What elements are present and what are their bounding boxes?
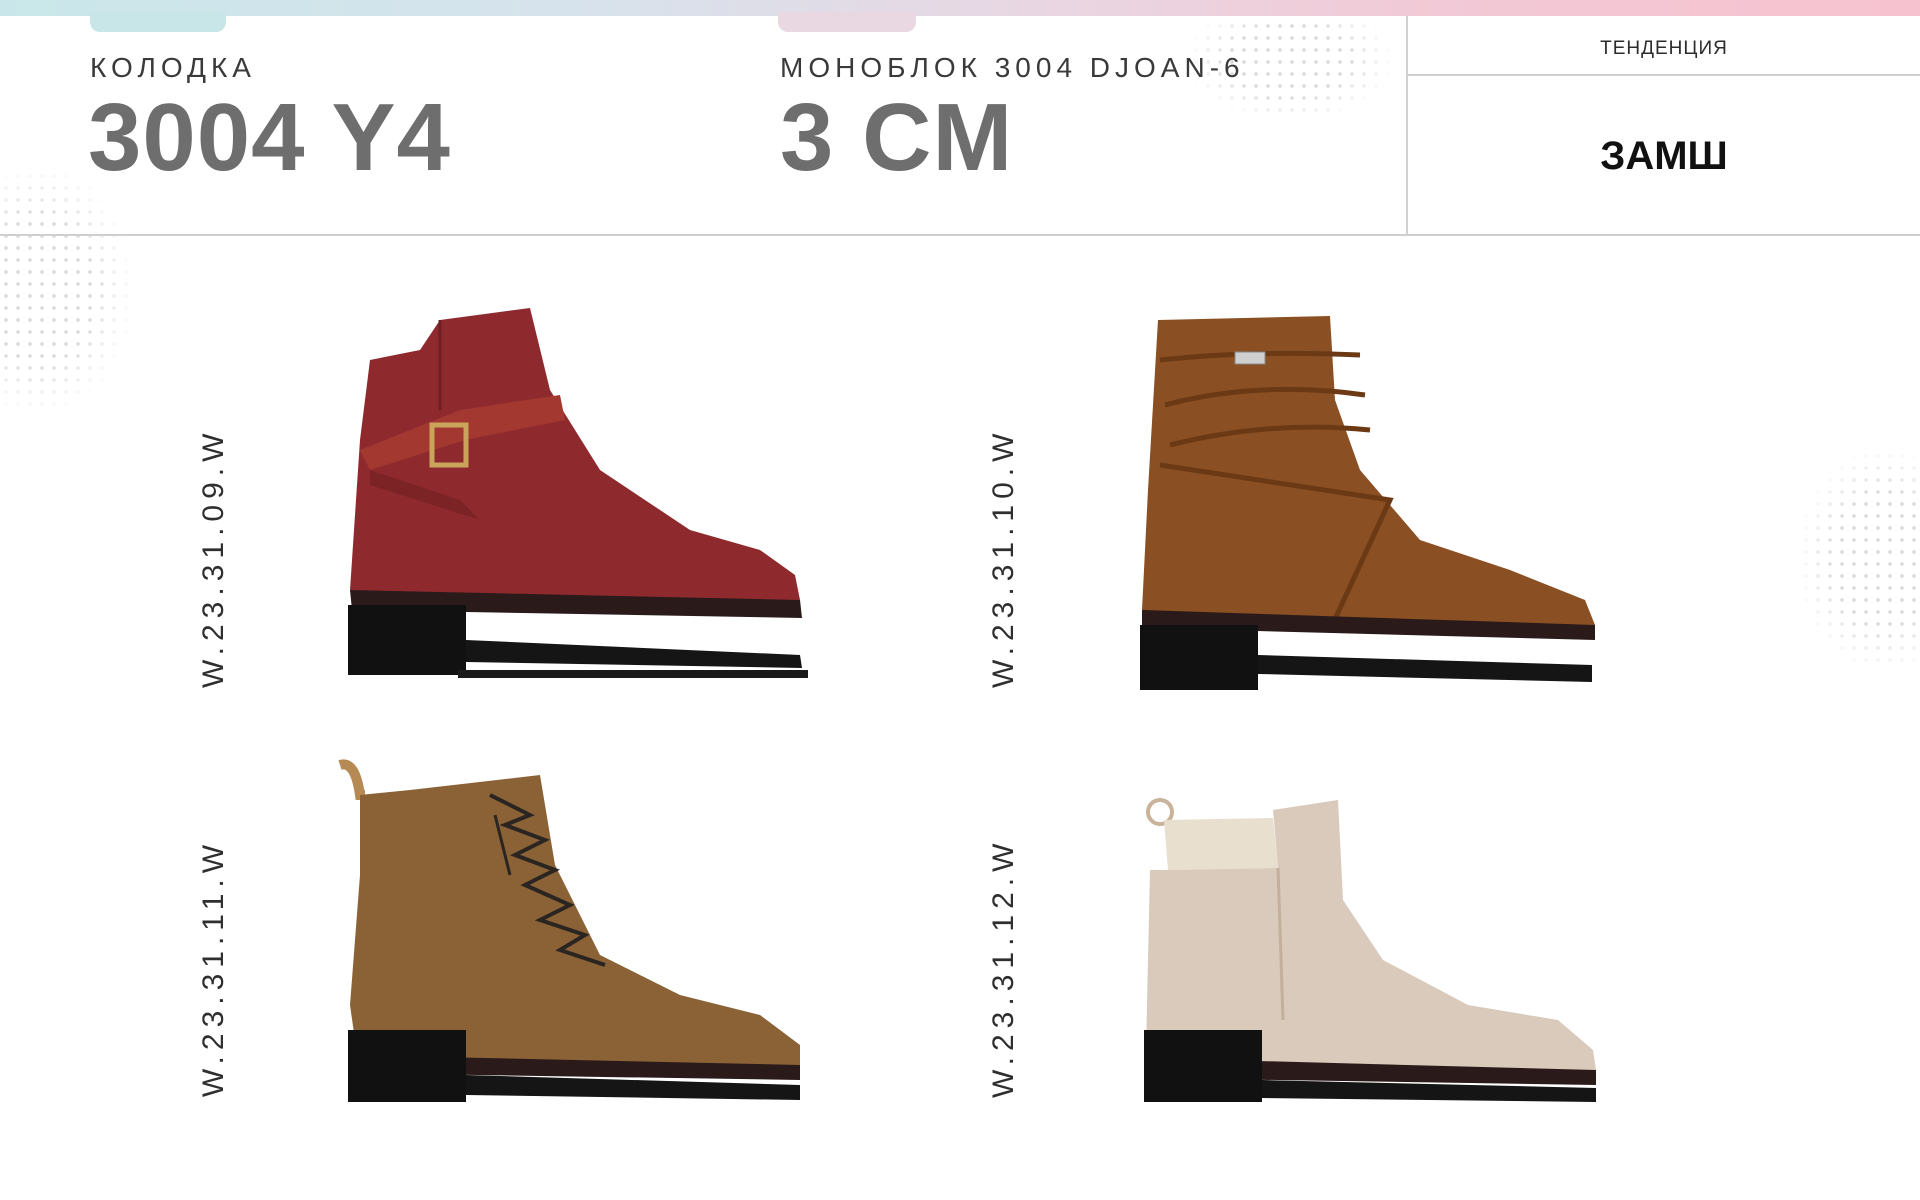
- trend-label: ТЕНДЕНЦИЯ: [1600, 38, 1728, 59]
- trend-value: ЗАМШ: [1600, 134, 1728, 178]
- trend-divider: [1408, 74, 1920, 76]
- sku-label: W.23.31.10.W: [987, 427, 1020, 688]
- product-image-chelsea-boot: [1128, 790, 1608, 1110]
- last-value: 3004 Y4: [88, 84, 451, 191]
- sku-label: W.23.31.09.W: [197, 427, 230, 688]
- product-image-wrap-boot: [1130, 310, 1600, 700]
- product-image-laceup-boot: [330, 755, 810, 1115]
- sku-label: W.23.31.12.W: [987, 837, 1020, 1098]
- sole-label: МОНОБЛОК 3004 DJOAN-6: [780, 52, 1245, 83]
- last-label: КОЛОДКА: [90, 52, 256, 83]
- sole-value: 3 CM: [780, 84, 1014, 191]
- sku-label: W.23.31.11.W: [197, 838, 230, 1098]
- dot-pattern: [1800, 450, 1920, 670]
- product-image-strap-boot: [340, 300, 810, 700]
- top-gradient-bar: [0, 0, 1920, 16]
